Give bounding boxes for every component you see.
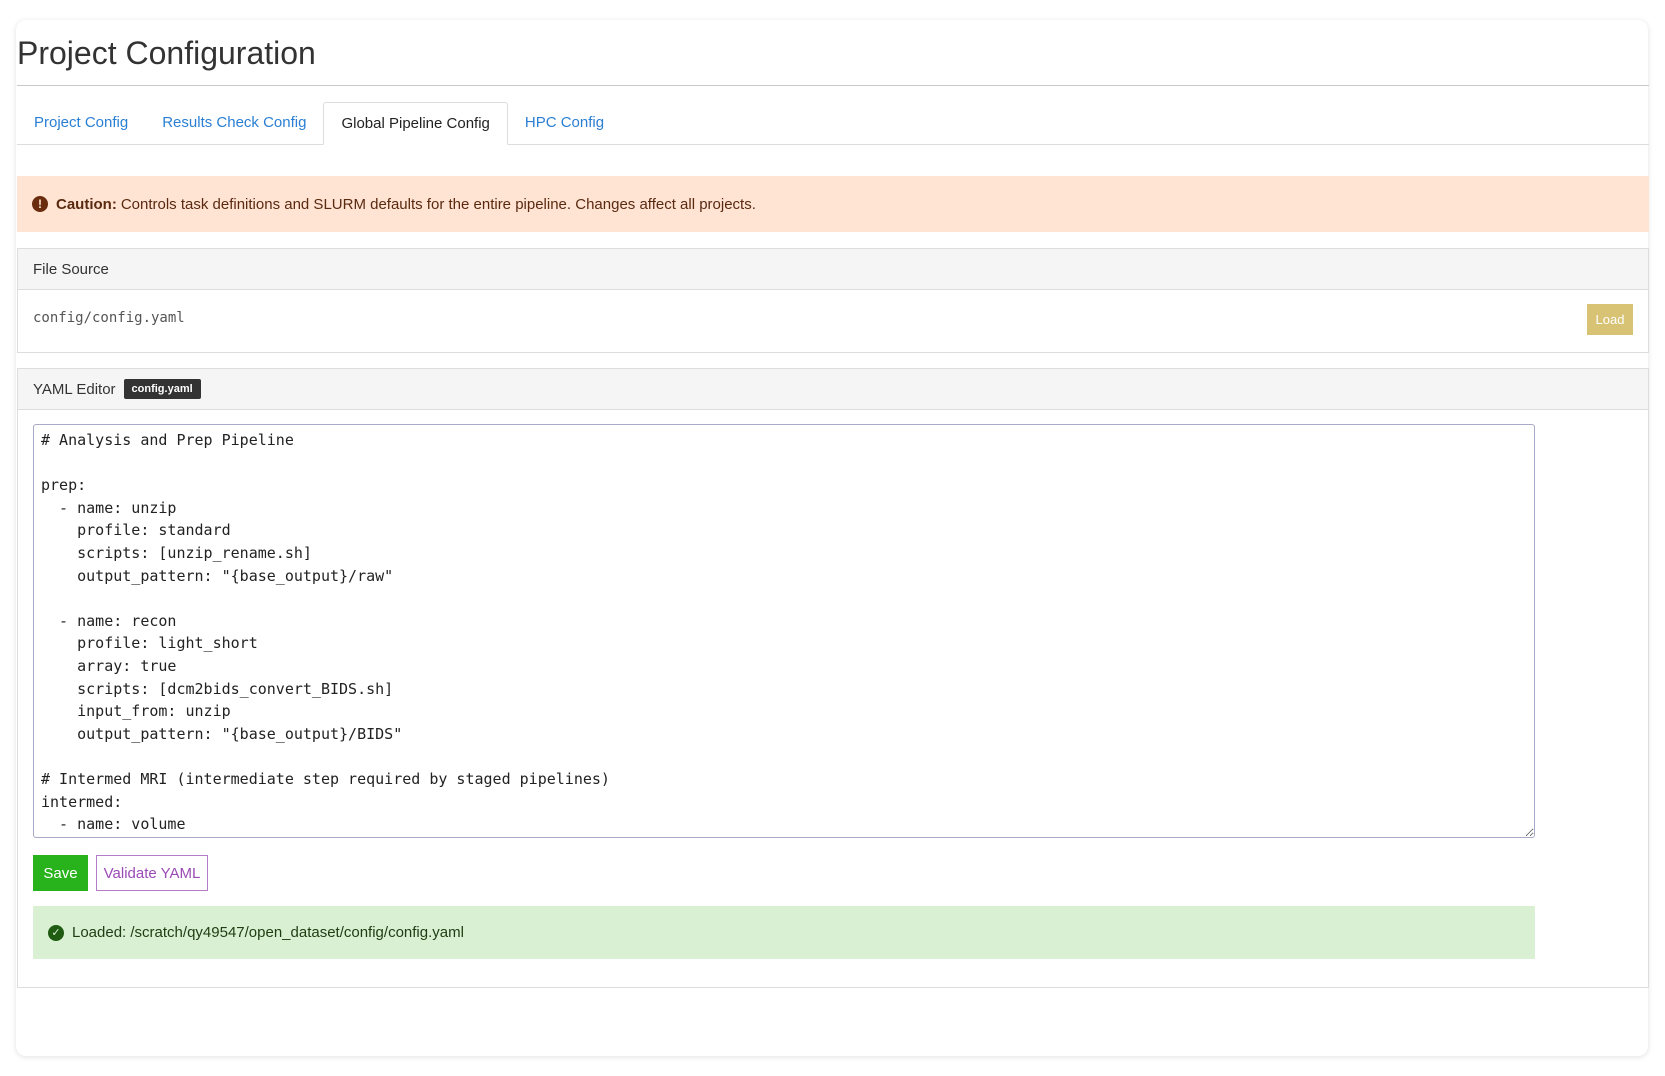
file-source-body: config/config.yaml Load bbox=[18, 290, 1648, 352]
file-source-panel: File Source config/config.yaml Load bbox=[17, 248, 1649, 353]
caution-alert: ! Caution: Controls task definitions and… bbox=[17, 176, 1649, 232]
tab-hpc-config[interactable]: HPC Config bbox=[508, 102, 621, 144]
status-alert: ✓ Loaded: /scratch/qy49547/open_dataset/… bbox=[33, 906, 1535, 959]
config-card: Project Configuration Project Config Res… bbox=[16, 20, 1649, 1056]
yaml-editor-textarea[interactable]: # Analysis and Prep Pipeline prep: - nam… bbox=[33, 424, 1535, 838]
check-circle-icon: ✓ bbox=[48, 924, 64, 941]
exclamation-circle-icon: ! bbox=[32, 196, 48, 212]
status-text: Loaded: /scratch/qy49547/open_dataset/co… bbox=[72, 924, 464, 941]
file-source-heading: File Source bbox=[18, 249, 1648, 290]
title-divider bbox=[17, 85, 1649, 86]
filename-badge: config.yaml bbox=[123, 379, 201, 399]
tab-results-check-config[interactable]: Results Check Config bbox=[145, 102, 323, 144]
file-source-title: File Source bbox=[33, 260, 109, 278]
yaml-editor-panel: YAML Editor config.yaml # Analysis and P… bbox=[17, 368, 1649, 988]
validate-yaml-button[interactable]: Validate YAML bbox=[96, 855, 208, 891]
save-button[interactable]: Save bbox=[33, 855, 88, 891]
file-path: config/config.yaml bbox=[33, 310, 185, 326]
caution-label: Caution: bbox=[56, 195, 117, 213]
tab-project-config[interactable]: Project Config bbox=[17, 102, 145, 144]
tab-bar: Project Config Results Check Config Glob… bbox=[17, 102, 1649, 145]
yaml-editor-heading: YAML Editor config.yaml bbox=[18, 369, 1648, 410]
yaml-editor-title: YAML Editor bbox=[33, 380, 116, 398]
page-title: Project Configuration bbox=[17, 35, 316, 71]
caution-text: Controls task definitions and SLURM defa… bbox=[120, 195, 756, 213]
tab-global-pipeline-config[interactable]: Global Pipeline Config bbox=[323, 102, 508, 145]
load-button[interactable]: Load bbox=[1587, 304, 1633, 335]
